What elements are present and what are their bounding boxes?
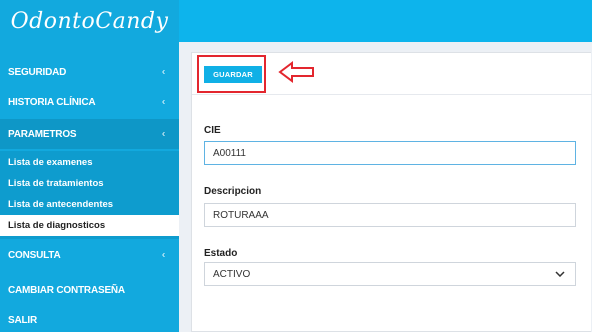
- submenu-item-diagnosticos[interactable]: Lista de diagnosticos: [0, 215, 179, 236]
- sidebar-item-seguridad[interactable]: SEGURIDAD ‹: [0, 57, 179, 87]
- descripcion-label: Descripcion: [204, 186, 262, 197]
- chevron-down-icon: [555, 271, 565, 277]
- chevron-left-icon: ‹: [161, 96, 165, 108]
- sidebar-item-label: CAMBIAR CONTRASEÑA: [8, 284, 125, 296]
- top-bar: OdontoCandy: [0, 0, 592, 42]
- sidebar-item-consulta[interactable]: CONSULTA ‹: [0, 240, 179, 270]
- estado-value: ACTIVO: [213, 268, 251, 280]
- parametros-submenu: Lista de examenes Lista de tratamientos …: [0, 151, 179, 239]
- chevron-left-icon: ‹: [161, 128, 165, 140]
- cie-input[interactable]: A00111: [204, 141, 576, 165]
- sidebar: SEGURIDAD ‹ HISTORIA CLÍNICA ‹ PARAMETRO…: [0, 42, 179, 332]
- sidebar-item-label: HISTORIA CLÍNICA: [8, 96, 96, 108]
- submenu-item-examenes[interactable]: Lista de examenes: [0, 152, 179, 173]
- submenu-item-tratamientos[interactable]: Lista de tratamientos: [0, 173, 179, 194]
- chevron-left-icon: ‹: [161, 66, 165, 78]
- estado-select[interactable]: ACTIVO: [204, 262, 576, 286]
- diagnostico-form: GUARDAR CIE A00111 Descripcion ROTURAAA …: [191, 52, 592, 332]
- descripcion-value: ROTURAAA: [213, 209, 269, 221]
- left-arrow-outline-icon: [278, 61, 314, 83]
- sidebar-item-salir[interactable]: SALIR: [0, 305, 179, 332]
- sidebar-item-label: CONSULTA: [8, 249, 61, 261]
- save-button[interactable]: GUARDAR: [204, 66, 262, 83]
- sidebar-item-cambiar-contrasena[interactable]: CAMBIAR CONTRASEÑA: [0, 275, 179, 305]
- form-header: GUARDAR: [192, 53, 592, 95]
- sidebar-item-historia-clinica[interactable]: HISTORIA CLÍNICA ‹: [0, 87, 179, 117]
- sidebar-item-label: PARAMETROS: [8, 128, 77, 140]
- sidebar-item-label: SALIR: [8, 314, 38, 326]
- estado-label: Estado: [204, 248, 238, 259]
- chevron-left-icon: ‹: [161, 249, 165, 261]
- submenu-item-antecendentes[interactable]: Lista de antecendentes: [0, 194, 179, 215]
- descripcion-input[interactable]: ROTURAAA: [204, 203, 576, 227]
- cie-label: CIE: [204, 125, 221, 136]
- cie-value: A00111: [213, 147, 246, 159]
- sidebar-item-label: SEGURIDAD: [8, 66, 67, 78]
- app-logo[interactable]: OdontoCandy: [0, 0, 179, 42]
- sidebar-item-parametros[interactable]: PARAMETROS ‹: [0, 119, 179, 149]
